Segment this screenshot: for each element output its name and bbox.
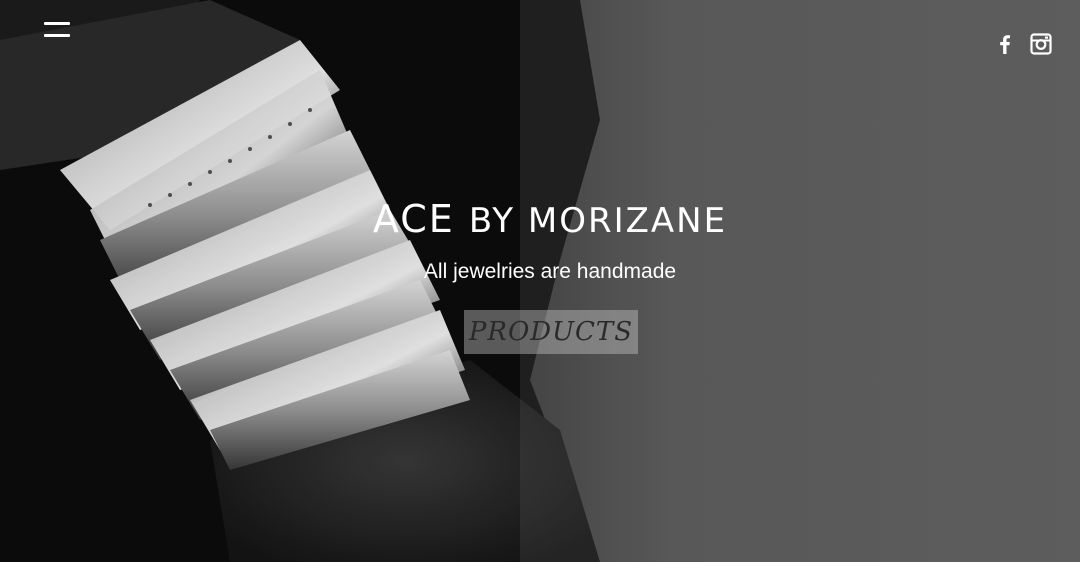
hamburger-menu-button[interactable]: [44, 20, 70, 42]
products-button[interactable]: PRODUCTS: [464, 310, 638, 354]
instagram-icon[interactable]: [1030, 33, 1052, 55]
menu-bar-top: [44, 22, 70, 25]
hero-section: ACE by Morizane All jewelries are handma…: [0, 0, 1080, 562]
brand-title-rest: by Morizane: [468, 201, 728, 241]
facebook-icon[interactable]: [994, 33, 1016, 55]
menu-bar-bottom: [44, 34, 70, 37]
brand-tagline: All jewelries are handmade: [423, 260, 677, 283]
brand-title-main: ACE: [372, 197, 455, 241]
social-links: [994, 33, 1052, 55]
brand-title: ACE by Morizane: [0, 196, 1080, 244]
